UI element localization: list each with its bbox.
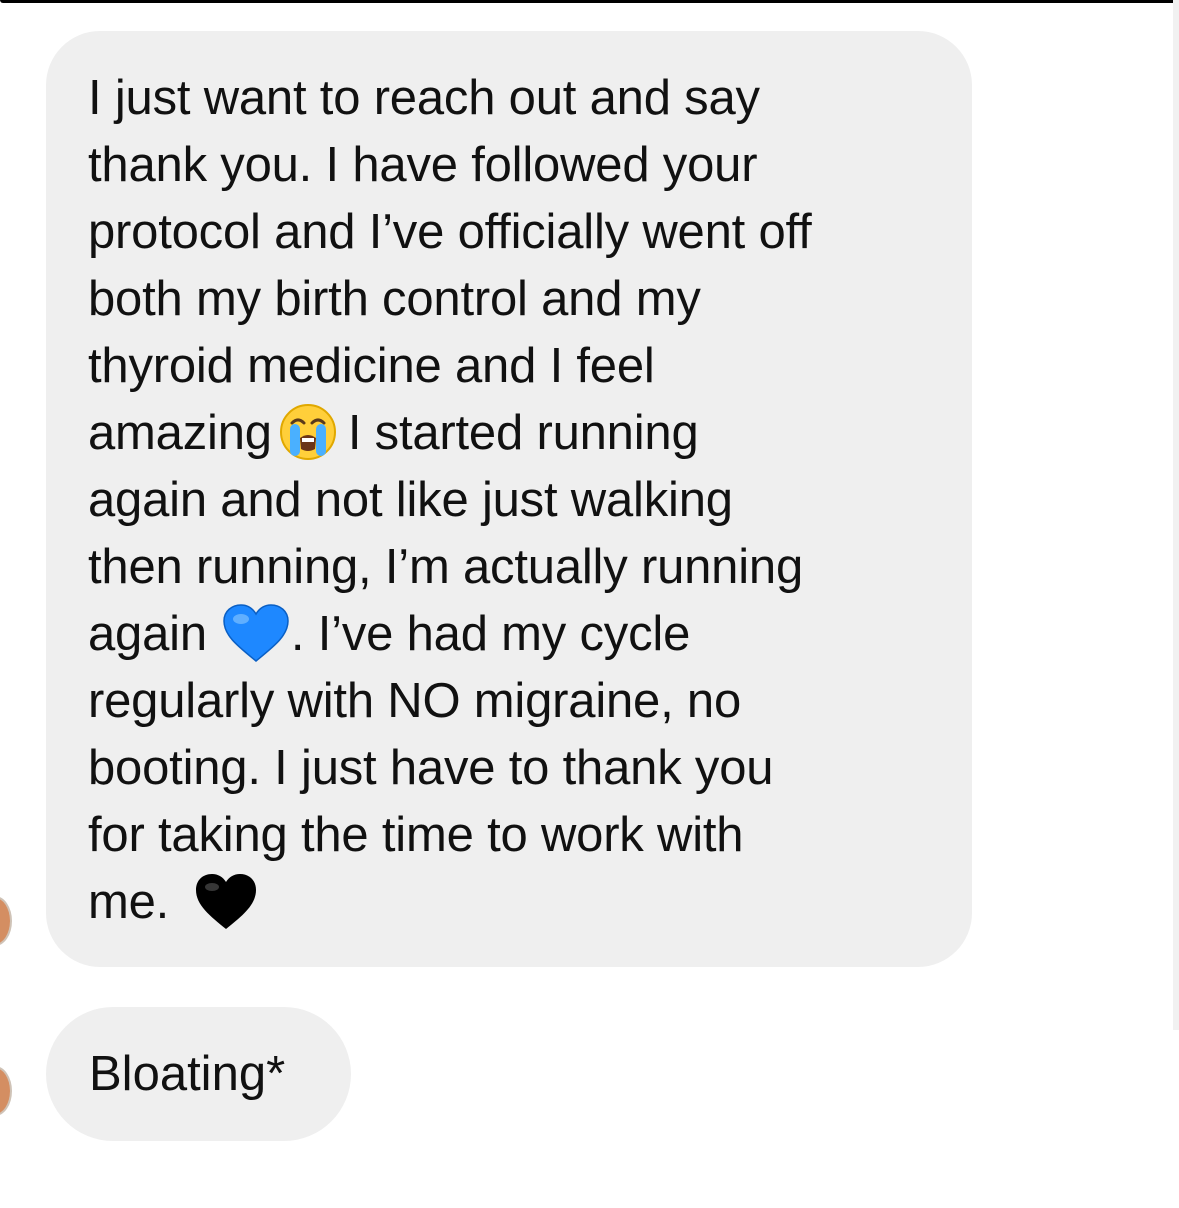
message-line: I just want to reach out and say <box>88 71 760 125</box>
message-bubble[interactable]: Bloating* <box>46 1007 351 1141</box>
message-text: again <box>88 607 207 661</box>
message-line: regularly with NO migraine, no <box>88 674 742 728</box>
message-line: me. <box>88 869 942 936</box>
message-bubble[interactable]: I just want to reach out and say thank y… <box>46 31 972 967</box>
message-text: . I’ve had my cycle <box>290 607 691 661</box>
message-line: amazing I started running <box>88 400 942 467</box>
loudly-crying-face-icon <box>278 402 338 462</box>
message-line: again . I’ve had my cycle <box>88 601 942 668</box>
message-line: thyroid medicine and I feel <box>88 339 655 393</box>
sender-avatar[interactable] <box>0 1066 12 1116</box>
message-line: both my birth control and my <box>88 272 701 326</box>
black-heart-icon <box>193 871 259 931</box>
message-line: again and not like just walking <box>88 473 733 527</box>
message-line: for taking the time to work with <box>88 808 744 862</box>
message-line: then running, I’m actually running <box>88 540 804 594</box>
message-text: me. <box>88 875 170 929</box>
message-line: protocol and I’ve officially went off <box>88 205 812 259</box>
sender-avatar[interactable] <box>0 896 12 946</box>
message-text: Bloating* <box>89 1047 286 1101</box>
message-text: I started running <box>347 406 699 460</box>
scroll-edge <box>1173 0 1179 1030</box>
message-line: booting. I just have to thank you <box>88 741 774 795</box>
screen-top-edge <box>0 0 1179 3</box>
message-line: thank you. I have followed your <box>88 138 758 192</box>
blue-heart-icon <box>221 603 291 663</box>
message-text: amazing <box>88 406 272 460</box>
